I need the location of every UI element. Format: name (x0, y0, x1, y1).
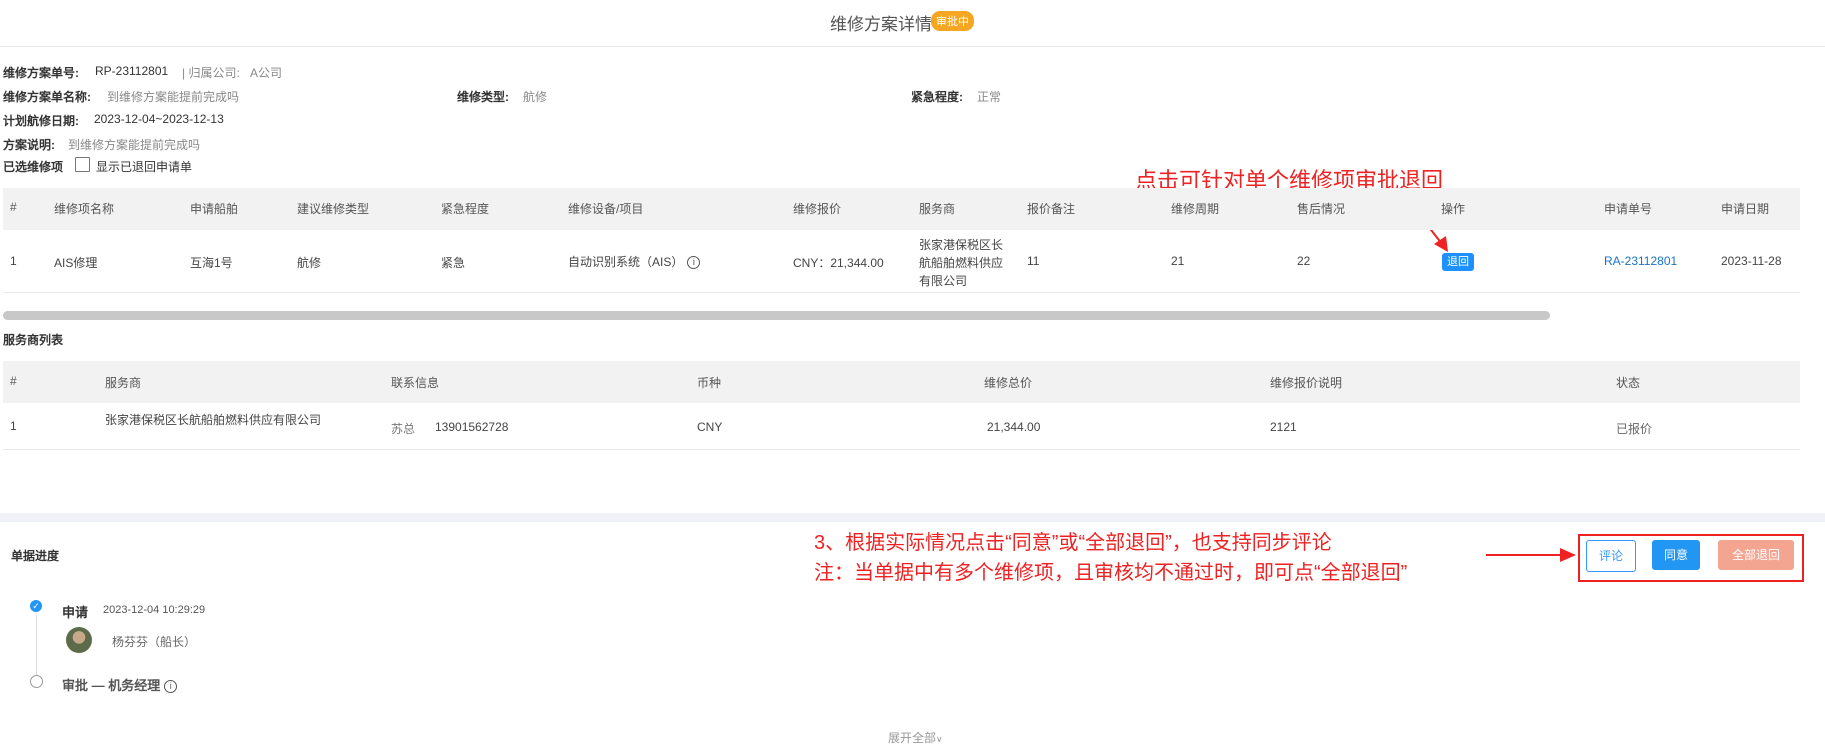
supplier-cell-total: 21,344.00 (987, 420, 1041, 434)
chevron-down-icon: ∨ (936, 734, 943, 744)
show-returned-checkbox[interactable] (75, 157, 90, 172)
timeline-line (36, 615, 37, 675)
supplier-cell-note: 2121 (1270, 420, 1297, 434)
items-table-header (3, 188, 1800, 230)
items-cell-cycle: 21 (1171, 254, 1185, 268)
supplier-cell-status: 已报价 (1616, 422, 1653, 436)
items-th-req-date: 申请日期 (1721, 202, 1770, 216)
repair-type-value: 航修 (523, 90, 548, 104)
comment-button[interactable]: 评论 (1586, 540, 1636, 572)
avatar (66, 627, 92, 653)
items-th-cycle: 维修周期 (1171, 202, 1220, 216)
items-cell-supplier-l2: 航船舶燃料供应 (919, 256, 1004, 270)
supplier-list-title: 服务商列表 (3, 333, 64, 347)
section-divider (0, 513, 1825, 522)
supplier-th-note: 维修报价说明 (1270, 376, 1343, 390)
items-cell-urgency: 紧急 (441, 256, 466, 270)
items-cell-supplier-l1: 张家港保税区长 (919, 238, 1004, 252)
annotation-step3-line1: 3、根据实际情况点击“同意”或“全部退回”，也支持同步评论 (814, 532, 1332, 554)
items-th-ship: 申请船舶 (190, 202, 239, 216)
step-approve-name: 审批 — 机务经理 (62, 678, 161, 693)
horizontal-scrollbar[interactable] (3, 311, 1550, 320)
items-cell-remark: 11 (1027, 254, 1040, 268)
items-cell-after-sale: 22 (1297, 254, 1311, 268)
request-no-link[interactable]: RA-23112801 (1604, 254, 1677, 268)
supplier-cell-index: 1 (10, 419, 17, 433)
items-cell-equipment: 自动识别系统（AIS） i (568, 253, 701, 270)
items-th-name: 维修项名称 (54, 202, 115, 216)
supplier-th-currency: 币种 (697, 376, 722, 390)
plan-no-label: 维修方案单号: (3, 66, 79, 80)
supplier-cell-currency: CNY (697, 420, 723, 434)
step-apply-time: 2023-12-04 10:29:29 (103, 604, 206, 616)
agree-button[interactable]: 同意 (1652, 540, 1700, 570)
items-cell-index: 1 (10, 254, 17, 268)
info-icon[interactable]: i (164, 680, 178, 693)
selected-items-label: 已选维修项 (3, 160, 64, 174)
supplier-table-header (3, 361, 1800, 403)
company-label: | 归属公司: (182, 66, 240, 80)
return-button[interactable]: 退回 (1442, 253, 1474, 271)
urgency-value: 正常 (977, 90, 1002, 104)
items-cell-name: AIS修理 (54, 256, 98, 270)
plan-desc-value: 到维修方案能提前完成吗 (68, 138, 201, 152)
items-th-req-no: 申请单号 (1604, 202, 1653, 216)
supplier-th-index: # (10, 374, 17, 388)
row-divider (3, 449, 1800, 450)
items-th-index: # (10, 200, 17, 214)
company-value: A公司 (250, 66, 283, 80)
items-cell-supplier-l3: 有限公司 (919, 274, 968, 288)
row-divider (3, 292, 1800, 293)
supplier-cell-contact-name: 苏总 (391, 422, 416, 436)
reject-all-button[interactable]: 全部退回 (1718, 540, 1794, 570)
items-th-supplier: 服务商 (919, 202, 956, 216)
progress-title: 单据进度 (11, 549, 60, 563)
items-cell-req-date: 2023-11-28 (1721, 254, 1782, 268)
annotation-step3-line2: 注：当单据中有多个维修项，且审核均不通过时，即可点“全部退回” (814, 562, 1408, 584)
items-cell-price: CNY：21,344.00 (793, 256, 884, 270)
items-cell-equipment-text: 自动识别系统（AIS） (568, 255, 684, 269)
info-icon[interactable]: i (687, 256, 701, 269)
urgency-label: 紧急程度: (911, 90, 963, 104)
step-apply-name: 申请 (62, 605, 89, 620)
step-approve: 审批 — 机务经理 i (62, 675, 178, 694)
status-badge: 审批中 (931, 11, 974, 31)
check-icon: ✓ (30, 600, 42, 612)
supplier-th-name: 服务商 (105, 376, 142, 390)
page-title: 维修方案详情 (830, 15, 932, 34)
supplier-th-contact: 联系信息 (391, 376, 440, 390)
supplier-cell-name: 张家港保税区长航船舶燃料供应有限公司 (105, 413, 322, 427)
items-cell-type: 航修 (297, 256, 322, 270)
items-th-urgency: 紧急程度 (441, 202, 490, 216)
show-returned-label: 显示已退回申请单 (96, 160, 193, 174)
supplier-th-total: 维修总价 (984, 376, 1033, 390)
plan-desc-label: 方案说明: (3, 138, 55, 152)
items-th-type: 建议维修类型 (297, 202, 370, 216)
expand-all-label: 展开全部 (888, 731, 937, 745)
plan-no-value: RP-23112801 (95, 64, 169, 78)
items-th-equipment: 维修设备/项目 (568, 202, 644, 216)
plan-name-label: 维修方案单名称: (3, 90, 91, 104)
annotation-arrow-2 (1486, 548, 1576, 562)
page-header: 维修方案详情 审批中 (0, 0, 1825, 47)
repair-type-label: 维修类型: (457, 90, 509, 104)
items-th-after-sale: 售后情况 (1297, 202, 1346, 216)
step-apply-person: 杨芬芬（船长） (112, 635, 197, 649)
plan-date-label: 计划航修日期: (3, 114, 79, 128)
items-th-remark: 报价备注 (1027, 202, 1076, 216)
items-th-price: 维修报价 (793, 202, 842, 216)
supplier-th-status: 状态 (1616, 376, 1641, 390)
pending-step-icon (30, 675, 43, 688)
items-cell-ship: 互海1号 (190, 256, 233, 270)
expand-all-link[interactable]: 展开全部∨ (888, 729, 943, 746)
items-th-action: 操作 (1441, 202, 1466, 216)
plan-name-value: 到维修方案能提前完成吗 (107, 90, 240, 104)
supplier-cell-contact-phone: 13901562728 (435, 420, 509, 434)
plan-date-value: 2023-12-04~2023-12-13 (94, 112, 224, 126)
